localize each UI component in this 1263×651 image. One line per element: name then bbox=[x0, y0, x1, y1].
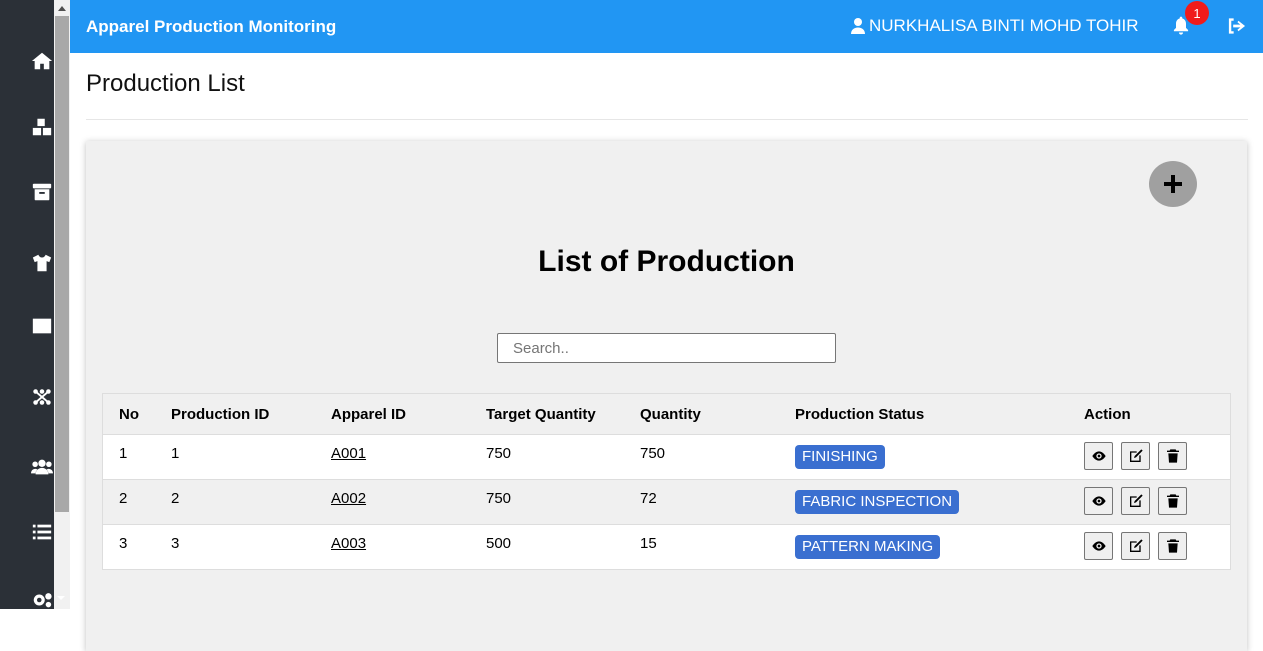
delete-button[interactable] bbox=[1158, 442, 1187, 470]
boxes-icon[interactable] bbox=[30, 115, 54, 139]
edit-button[interactable] bbox=[1121, 532, 1150, 560]
trash-icon bbox=[1166, 494, 1179, 508]
shirt-icon[interactable] bbox=[30, 251, 54, 275]
apparel-id-link[interactable]: A002 bbox=[331, 490, 366, 507]
table-header-row: No Production ID Apparel ID Target Quant… bbox=[103, 394, 1230, 434]
table-row: 3 3 A003 500 15 PATTERN MAKING bbox=[103, 524, 1230, 569]
production-card: List of Production No Production ID Appa… bbox=[86, 141, 1247, 651]
square-icon[interactable] bbox=[30, 314, 54, 338]
row-no: 1 bbox=[119, 445, 128, 462]
column-header-quantity: Quantity bbox=[640, 405, 701, 423]
search-input[interactable] bbox=[497, 333, 836, 363]
logout-icon bbox=[1228, 18, 1246, 34]
delete-button[interactable] bbox=[1158, 487, 1187, 515]
apparel-id-link[interactable]: A003 bbox=[331, 535, 366, 552]
notification-badge: 1 bbox=[1185, 1, 1209, 25]
view-button[interactable] bbox=[1084, 487, 1113, 515]
trash-icon bbox=[1166, 449, 1179, 463]
row-quantity: 750 bbox=[640, 445, 666, 462]
eye-icon bbox=[1091, 496, 1106, 506]
view-button[interactable] bbox=[1084, 442, 1113, 470]
row-production-id: 2 bbox=[171, 490, 180, 507]
scroll-up-icon[interactable] bbox=[54, 0, 70, 16]
sidebar-scroll-down-icon[interactable] bbox=[57, 596, 65, 600]
eye-icon bbox=[1091, 451, 1106, 461]
view-button[interactable] bbox=[1084, 532, 1113, 560]
archive-icon[interactable] bbox=[30, 180, 54, 204]
row-target-quantity: 750 bbox=[486, 445, 512, 462]
edit-button[interactable] bbox=[1121, 487, 1150, 515]
network-icon[interactable] bbox=[30, 385, 54, 409]
status-badge: PATTERN MAKING bbox=[795, 535, 941, 559]
delete-button[interactable] bbox=[1158, 532, 1187, 560]
row-no: 3 bbox=[119, 535, 128, 552]
column-header-target-quantity: Target Quantity bbox=[486, 405, 596, 423]
list-icon[interactable] bbox=[30, 520, 54, 544]
row-quantity: 15 bbox=[640, 535, 657, 552]
user-menu[interactable]: NURKHALISA BINTI MOHD TOHIR bbox=[851, 16, 1139, 36]
home-icon[interactable] bbox=[30, 49, 54, 73]
row-production-id: 1 bbox=[171, 445, 180, 462]
column-header-production-status: Production Status bbox=[795, 405, 925, 423]
user-name: NURKHALISA BINTI MOHD TOHIR bbox=[869, 16, 1139, 35]
page-title: Production List bbox=[86, 70, 245, 97]
scrollbar-thumb[interactable] bbox=[55, 16, 69, 512]
settings-icon[interactable] bbox=[30, 588, 54, 612]
status-badge: FINISHING bbox=[795, 445, 885, 469]
row-production-id: 3 bbox=[171, 535, 180, 552]
eye-icon bbox=[1091, 541, 1106, 551]
column-header-apparel-id: Apparel ID bbox=[331, 405, 407, 423]
row-no: 2 bbox=[119, 490, 128, 507]
table-row: 1 1 A001 750 750 FINISHING bbox=[103, 434, 1230, 479]
divider bbox=[86, 119, 1248, 120]
apparel-id-link[interactable]: A001 bbox=[331, 445, 366, 462]
edit-button[interactable] bbox=[1121, 442, 1150, 470]
column-header-production-id: Production ID bbox=[171, 405, 270, 423]
edit-icon bbox=[1129, 539, 1143, 552]
plus-icon bbox=[1164, 175, 1182, 193]
column-header-action: Action bbox=[1084, 405, 1131, 423]
trash-icon bbox=[1166, 539, 1179, 553]
table-row: 2 2 A002 750 72 FABRIC INSPECTION bbox=[103, 479, 1230, 524]
logout-button[interactable] bbox=[1227, 17, 1247, 35]
edit-icon bbox=[1129, 494, 1143, 507]
production-table: No Production ID Apparel ID Target Quant… bbox=[102, 393, 1231, 570]
app-title[interactable]: Apparel Production Monitoring bbox=[86, 17, 336, 37]
top-navbar: Apparel Production Monitoring NURKHALISA… bbox=[70, 0, 1263, 53]
row-target-quantity: 500 bbox=[486, 535, 512, 552]
sidebar bbox=[0, 0, 54, 609]
edit-icon bbox=[1129, 449, 1143, 462]
row-quantity: 72 bbox=[640, 490, 657, 507]
user-icon bbox=[851, 18, 865, 34]
status-badge: FABRIC INSPECTION bbox=[795, 490, 960, 514]
row-target-quantity: 750 bbox=[486, 490, 512, 507]
users-icon[interactable] bbox=[30, 455, 54, 479]
list-title: List of Production bbox=[538, 245, 795, 278]
column-header-no: No bbox=[119, 405, 139, 423]
add-production-button[interactable] bbox=[1149, 161, 1197, 207]
